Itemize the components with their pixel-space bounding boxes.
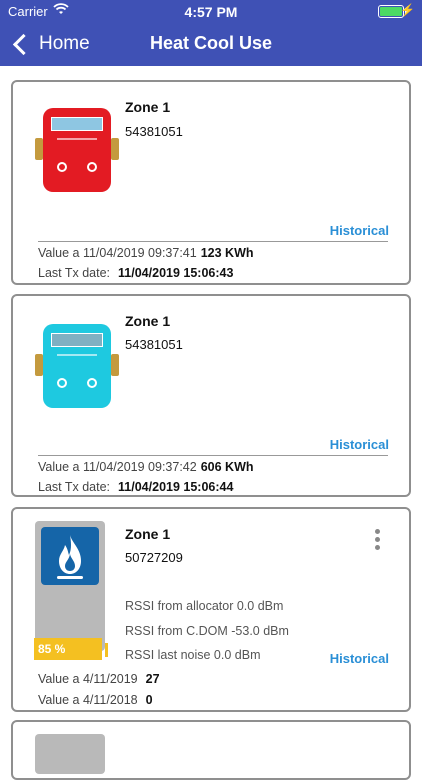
value-reading: 606 KWh	[200, 460, 254, 474]
flame-icon	[41, 527, 99, 585]
meter-card[interactable]: Zone 1 54381051 Historical Value a 11/04…	[11, 80, 411, 285]
value-reading: 0	[145, 693, 153, 707]
zone-name: Zone 1	[125, 99, 171, 115]
allocator-card[interactable]: 85 % Zone 1 50727209 RSSI from allocator…	[11, 507, 411, 712]
divider	[38, 241, 388, 242]
historical-link[interactable]: Historical	[330, 223, 389, 238]
cool-meter-icon	[35, 320, 119, 410]
meter-serial: 54381051	[125, 337, 183, 352]
value-label: Value a 11/04/2019 09:37:41	[38, 246, 197, 260]
historical-link[interactable]: Historical	[330, 437, 389, 452]
clock: 4:57 PM	[184, 4, 238, 20]
value-row: Value a 11/04/2019 09:37:41 123 KWh	[38, 246, 254, 260]
allocator-device: 85 %	[34, 521, 108, 660]
last-tx-row: Last Tx date: 11/04/2019 15:06:43	[38, 266, 233, 280]
last-tx-value: 11/04/2019 15:06:43	[118, 266, 234, 280]
value-row: Value a 11/04/2019 09:37:42 606 KWh	[38, 460, 254, 474]
meter-serial: 54381051	[125, 124, 183, 139]
more-options-icon[interactable]	[375, 529, 381, 553]
heat-meter-icon	[35, 104, 119, 194]
zone-name: Zone 1	[125, 526, 171, 542]
nav-bar: Carrier 4:57 PM ⚡ Home Heat Cool Use	[0, 0, 422, 66]
status-bar: Carrier 4:57 PM ⚡	[0, 0, 422, 22]
last-tx-label: Last Tx date:	[38, 266, 111, 280]
meter-card[interactable]: Zone 1 54381051 Historical Value a 11/04…	[11, 294, 411, 497]
page-title: Heat Cool Use	[149, 33, 273, 53]
divider	[38, 455, 388, 456]
battery-level-bar: 85 %	[34, 638, 102, 660]
allocator-serial: 50727209	[125, 550, 183, 565]
value-reading: 123 KWh	[200, 246, 254, 260]
rssi-noise: RSSI last noise 0.0 dBm	[125, 648, 261, 662]
value-reading: 27	[145, 672, 160, 686]
allocator-card[interactable]	[11, 720, 411, 780]
value-row: Value a 4/11/2018 0	[38, 693, 153, 707]
value-label: Value a 11/04/2019 09:37:42	[38, 460, 197, 474]
last-tx-row: Last Tx date: 11/04/2019 15:06:44	[38, 480, 233, 494]
last-tx-label: Last Tx date:	[38, 480, 111, 494]
value-label: Value a 4/11/2018	[38, 693, 138, 707]
value-label: Value a 4/11/2019	[38, 672, 138, 686]
rssi-allocator: RSSI from allocator 0.0 dBm	[125, 599, 284, 613]
rssi-cdom: RSSI from C.DOM -53.0 dBm	[125, 624, 289, 638]
zone-name: Zone 1	[125, 313, 171, 329]
historical-link[interactable]: Historical	[330, 651, 389, 666]
value-row: Value a 4/11/2019 27	[38, 672, 160, 686]
allocator-device	[35, 734, 105, 774]
charging-icon: ⚡	[400, 3, 415, 17]
last-tx-value: 11/04/2019 15:06:44	[118, 480, 234, 494]
